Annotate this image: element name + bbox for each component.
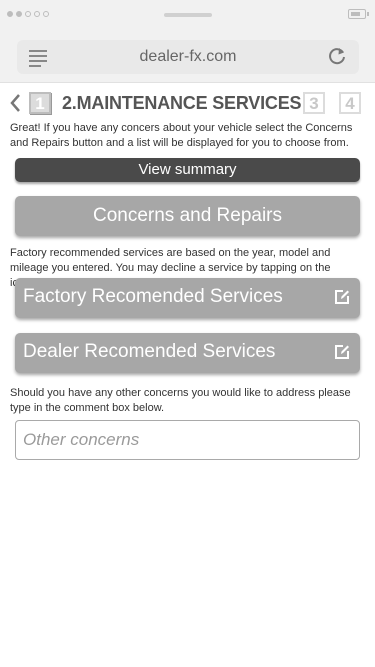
dealer-services-button[interactable]: Dealer Recomended Services bbox=[15, 333, 360, 373]
back-chevron-icon[interactable] bbox=[8, 92, 22, 114]
signal-dots-icon bbox=[7, 11, 49, 17]
intro-text: Great! If you have any concers about you… bbox=[10, 122, 353, 149]
reload-icon[interactable] bbox=[326, 46, 348, 68]
speaker-notch bbox=[164, 13, 212, 17]
edit-icon[interactable] bbox=[334, 344, 350, 360]
step-1-box[interactable]: 1 bbox=[29, 92, 51, 114]
edit-icon[interactable] bbox=[334, 289, 350, 305]
steps-header: 1 2.MAINTENANCE SERVICES 3 4 bbox=[0, 90, 375, 116]
step-4-box[interactable]: 4 bbox=[339, 92, 361, 114]
view-summary-button[interactable]: View summary bbox=[15, 158, 360, 182]
page-title: 2.MAINTENANCE SERVICES bbox=[62, 93, 302, 113]
other-concerns-input[interactable] bbox=[15, 420, 360, 460]
dealer-services-label: Dealer Recomended Services bbox=[23, 341, 276, 362]
url-text[interactable]: dealer-fx.com bbox=[17, 48, 359, 66]
step-3-box[interactable]: 3 bbox=[303, 92, 325, 114]
concerns-repairs-button[interactable]: Concerns and Repairs bbox=[15, 196, 360, 236]
factory-services-button[interactable]: Factory Recomended Services bbox=[15, 278, 360, 318]
status-bar bbox=[0, 0, 375, 30]
address-bar[interactable]: dealer-fx.com bbox=[17, 40, 359, 74]
browser-toolbar: dealer-fx.com bbox=[0, 30, 375, 83]
concerns-note: Should you have any other concerns you w… bbox=[10, 387, 351, 414]
factory-note-text: Factory recommended services are based o… bbox=[10, 247, 331, 274]
battery-icon bbox=[348, 9, 369, 19]
factory-services-label: Factory Recomended Services bbox=[23, 286, 283, 307]
